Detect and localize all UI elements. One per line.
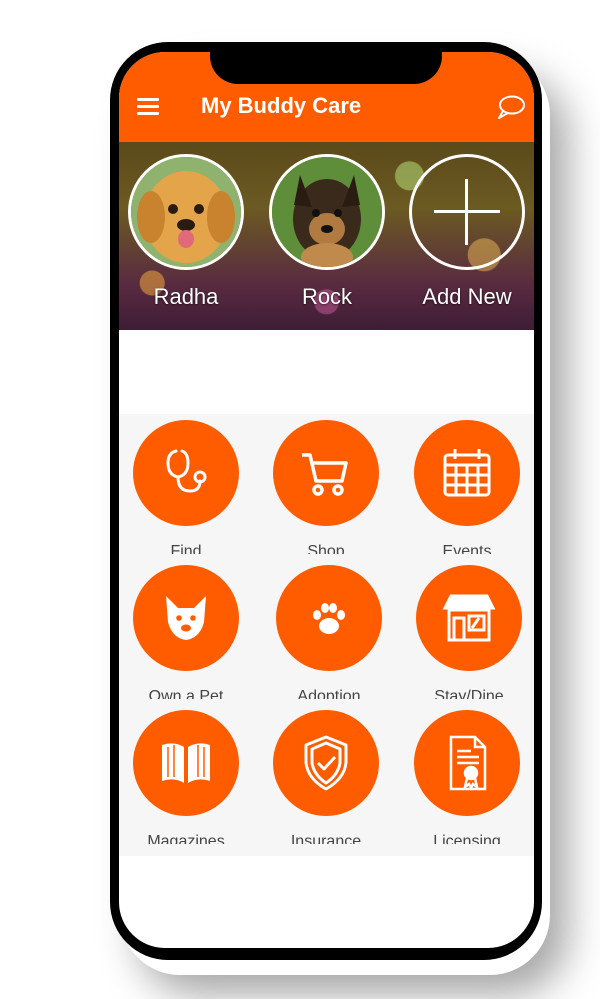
paw-icon [313,603,345,634]
open-book-icon [162,743,210,783]
pet-avatar [269,154,385,270]
add-new-pet-button[interactable]: Add New [408,154,526,310]
certificate-icon [449,735,487,791]
menu-item-label: Magazines [147,833,225,844]
pet-radha[interactable]: Radha [127,154,245,310]
dog-face-icon [166,596,206,640]
app-title: My Buddy Care [201,93,362,118]
calendar-icon [443,449,491,497]
menu-item-shop[interactable]: Shop [261,420,391,554]
menu-item-own-a-pet[interactable]: Own a Pet [121,565,251,699]
pet-avatar [128,154,244,270]
menu-item-circle [414,420,520,526]
menu-item-label: Licensing [433,833,501,844]
hamburger-menu-icon[interactable] [137,98,159,116]
menu-item-circle [133,565,239,671]
storefront-icon [442,594,496,642]
stethoscope-icon [166,449,207,493]
app-screen: My Buddy Care Radha Rock Add New Find Sh… [119,52,534,948]
pet-name: Radha [153,284,219,309]
menu-item-label: Insurance [290,833,362,844]
menu-item-circle [416,565,522,671]
menu-item-label: Own a Pet [148,688,224,699]
menu-item-circle [273,710,379,816]
shield-check-icon [304,735,348,791]
menu-item-find[interactable]: Find [121,420,251,554]
menu-item-label: Find [170,543,202,554]
menu-item-insurance[interactable]: Insurance [261,710,391,844]
pet-selector: Radha Rock Add New [119,142,534,330]
menu-grid: Find Shop Events Own a Pet Adoption Stay… [119,414,534,856]
menu-item-circle [133,420,239,526]
menu-item-circle [276,565,382,671]
pet-name: Rock [301,284,353,309]
menu-item-label: Shop [307,543,345,554]
menu-item-circle [133,710,239,816]
menu-item-stay-dine[interactable]: Stay/Dine [404,565,534,699]
phone-notch [210,42,442,84]
chat-bubble-icon[interactable] [496,94,526,120]
menu-item-label: Events [442,543,492,554]
menu-item-circle [414,710,520,816]
menu-item-magazines[interactable]: Magazines [121,710,251,844]
plus-icon [409,154,525,270]
menu-item-adoption[interactable]: Adoption [264,565,394,699]
menu-item-circle [273,420,379,526]
menu-item-label: Adoption [297,688,361,699]
add-new-label: Add New [422,284,512,309]
shopping-cart-icon [302,453,348,496]
menu-item-licensing[interactable]: Licensing [402,710,532,844]
pet-rock[interactable]: Rock [268,154,386,310]
menu-item-label: Stay/Dine [434,688,504,699]
menu-item-events[interactable]: Events [402,420,532,554]
